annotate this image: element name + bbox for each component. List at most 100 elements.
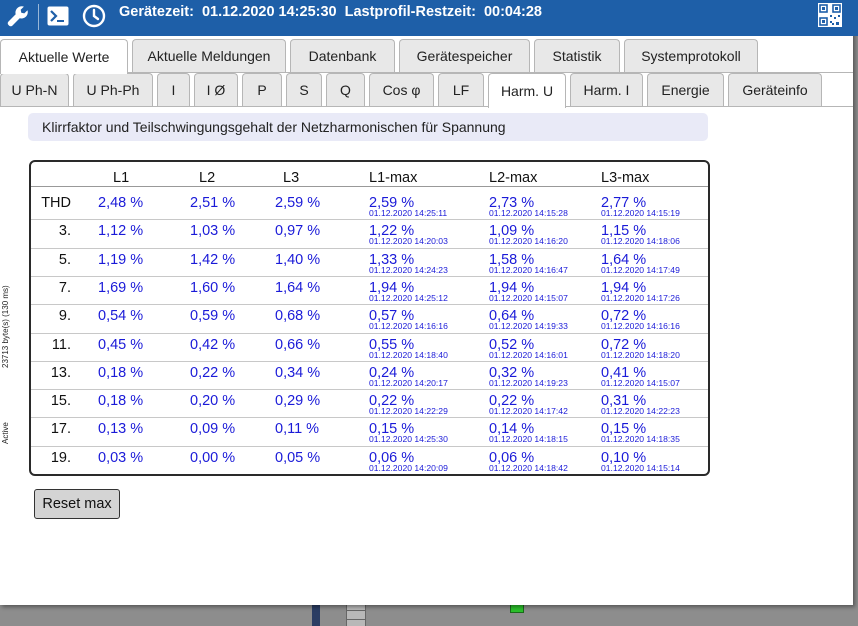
tab-u-ph-n[interactable]: U Ph-N — [0, 73, 69, 106]
qr-code-icon[interactable] — [818, 3, 842, 27]
tab-aktuelle-werte[interactable]: Aktuelle Werte — [0, 39, 128, 74]
row-divider — [31, 445, 708, 447]
value-l1: 0,45 % — [98, 336, 144, 353]
row-divider — [31, 332, 708, 334]
col-header-l3-max: L3-max — [601, 170, 650, 186]
active-status-label: Active — [1, 422, 10, 444]
timestamp-l2max: 01.12.2020 14:15:28 — [489, 208, 568, 218]
timestamp-l1max: 01.12.2020 14:20:03 — [369, 236, 448, 247]
row-divider — [31, 304, 708, 306]
value-l2: 1,42 % — [190, 251, 236, 268]
timestamp-l2max: 01.12.2020 14:17:42 — [489, 406, 568, 417]
row-label: 15. — [50, 393, 71, 410]
timestamp-l3max: 01.12.2020 14:15:19 — [601, 208, 680, 218]
value-l3: 0,29 % — [275, 393, 321, 410]
value-l3: 0,66 % — [275, 336, 321, 353]
tab-aktuelle-meldungen[interactable]: Aktuelle Meldungen — [132, 39, 286, 72]
timestamp-l1max: 01.12.2020 14:25:30 — [369, 434, 448, 445]
tab-i[interactable]: I — [157, 73, 190, 106]
tab-lf[interactable]: LF — [438, 73, 484, 106]
timestamp-l1max: 01.12.2020 14:20:17 — [369, 377, 448, 388]
timestamp-l2max: 01.12.2020 14:16:01 — [489, 349, 568, 360]
terminal-icon[interactable] — [46, 0, 70, 32]
timestamp-l3max: 01.12.2020 14:16:16 — [601, 321, 680, 332]
value-l2: 1,60 % — [190, 279, 236, 296]
section-caption: Klirrfaktor und Teilschwingungsgehalt de… — [28, 113, 708, 141]
value-l2: 0,42 % — [190, 336, 236, 353]
timestamp-l2max: 01.12.2020 14:16:47 — [489, 264, 568, 275]
timestamp-l2max: 01.12.2020 14:18:15 — [489, 434, 568, 445]
tab-q[interactable]: Q — [326, 73, 365, 106]
row-label: 17. — [50, 421, 71, 438]
tab-systemprotokoll[interactable]: Systemprotokoll — [624, 39, 758, 72]
value-l3: 0,11 % — [275, 421, 320, 438]
value-l1: 1,19 % — [98, 251, 144, 268]
value-l1: 1,12 % — [98, 223, 144, 240]
reset-max-button[interactable]: Reset max — [34, 489, 120, 519]
timestamp-l1max: 01.12.2020 14:18:40 — [369, 349, 448, 360]
timestamp-l3max: 01.12.2020 14:15:14 — [601, 462, 680, 473]
value-l1: 0,18 % — [98, 393, 144, 410]
row-label: THD — [41, 195, 71, 211]
value-l3: 0,97 % — [275, 223, 321, 240]
timestamp-l3max: 01.12.2020 14:22:23 — [601, 406, 680, 417]
top-bar: Gerätezeit: 01.12.2020 14:25:30 Lastprofil… — [0, 0, 858, 36]
value-l3: 0,05 % — [275, 449, 321, 466]
background-post — [312, 604, 320, 626]
timestamp-l3max: 01.12.2020 14:18:06 — [601, 236, 680, 247]
value-l1: 0,03 % — [98, 449, 144, 466]
timestamp-l3max: 01.12.2020 14:17:26 — [601, 292, 680, 303]
col-header-l2-max: L2-max — [489, 170, 538, 186]
row-divider — [31, 389, 708, 391]
row-label: 5. — [58, 251, 71, 268]
tab-p[interactable]: P — [242, 73, 282, 106]
loadprofile-value: 00:04:28 — [483, 4, 542, 20]
row-label: 3. — [58, 223, 71, 240]
row-label: 11. — [51, 336, 71, 353]
tab-statistik[interactable]: Statistik — [534, 39, 620, 72]
clock-icon[interactable] — [80, 0, 108, 32]
tab-harm-u[interactable]: Harm. U — [488, 73, 566, 108]
timestamp-l2max: 01.12.2020 14:18:42 — [489, 462, 568, 473]
value-l1: 2,48 % — [98, 195, 144, 211]
timestamp-l1max: 01.12.2020 14:20:09 — [369, 462, 448, 473]
tab-datenbank[interactable]: Datenbank — [290, 39, 395, 72]
value-l1: 0,54 % — [98, 308, 144, 325]
col-header-l1-max: L1-max — [369, 170, 418, 186]
value-l3: 0,68 % — [275, 308, 321, 325]
tab-cos-phi[interactable]: Cos φ — [369, 73, 434, 106]
value-l3: 0,34 % — [275, 364, 321, 381]
value-l3: 1,40 % — [275, 251, 321, 268]
timestamp-l1max: 01.12.2020 14:25:11 — [369, 208, 448, 218]
timestamp-l2max: 01.12.2020 14:19:33 — [489, 321, 568, 332]
row-label: 7. — [58, 279, 71, 296]
tab-i-avg[interactable]: I Ø — [194, 73, 238, 106]
tab-geraeteinfo[interactable]: Geräteinfo — [728, 73, 822, 106]
timestamp-l3max: 01.12.2020 14:15:07 — [601, 377, 680, 388]
topbar-separator — [38, 4, 39, 30]
timestamp-l1max: 01.12.2020 14:24:23 — [369, 264, 448, 275]
tab-u-ph-ph[interactable]: U Ph-Ph — [73, 73, 153, 106]
tab-harm-i[interactable]: Harm. I — [570, 73, 643, 106]
col-header-l2: L2 — [199, 170, 216, 186]
value-l3: 1,64 % — [275, 279, 321, 296]
value-l2: 0,09 % — [190, 421, 236, 438]
value-l2: 0,00 % — [190, 449, 236, 466]
value-l2: 0,59 % — [190, 308, 236, 325]
value-l2: 0,20 % — [190, 393, 236, 410]
header-divider — [31, 186, 708, 187]
main-panel: Gerätezeit: 01.12.2020 14:25:30 Lastprofil… — [0, 0, 858, 605]
wrench-icon[interactable] — [4, 0, 32, 32]
loadprofile-label: Lastprofil-Restzeit: — [344, 4, 476, 20]
tab-s[interactable]: S — [286, 73, 322, 106]
harmonics-table: L1 L2 L3 L1-max L2-max L3-max THD 2,48 % 2… — [29, 160, 710, 476]
timestamp-l1max: 01.12.2020 14:16:16 — [369, 321, 448, 332]
col-header-l1: L1 — [113, 170, 130, 186]
row-divider — [31, 247, 708, 249]
row-divider — [31, 417, 708, 419]
value-l2: 2,51 % — [190, 195, 236, 211]
timestamp-l3max: 01.12.2020 14:18:20 — [601, 349, 680, 360]
tab-energie[interactable]: Energie — [647, 73, 724, 106]
value-l1: 0,13 % — [98, 421, 144, 438]
tab-geraetespeicher[interactable]: Gerätespeicher — [399, 39, 530, 72]
